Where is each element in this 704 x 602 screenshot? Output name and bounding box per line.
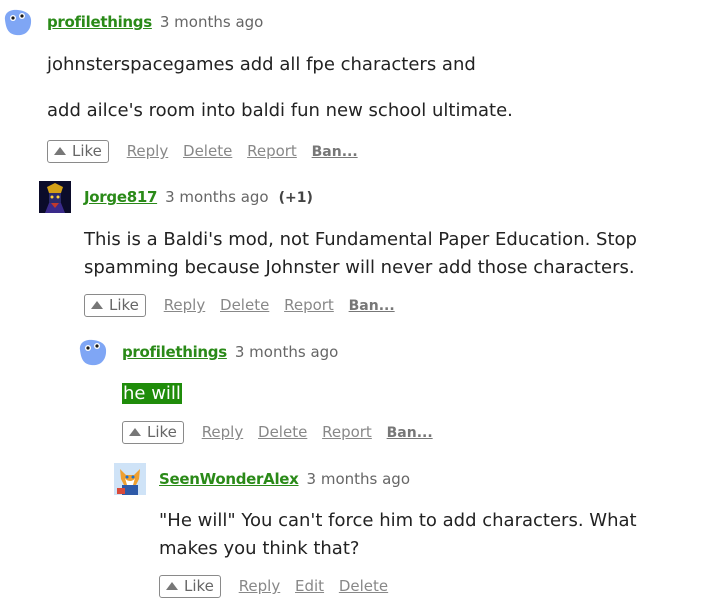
delete-link[interactable]: Delete: [339, 577, 388, 595]
comment-actions: Like Reply Delete Report Ban...: [84, 294, 395, 317]
comment-body: johnsterspacegames add all fpe character…: [47, 51, 667, 125]
comment-paragraph: add ailce's room into baldi fun new scho…: [47, 100, 513, 121]
author-link[interactable]: profilethings: [47, 13, 152, 31]
comment-body: he will: [122, 380, 682, 408]
comment-paragraph: johnsterspacegames add all fpe character…: [47, 54, 476, 75]
reply-link[interactable]: Reply: [164, 296, 206, 314]
upvote-arrow-icon: [166, 582, 178, 590]
comment-actions: Like Reply Delete Report Ban...: [47, 140, 358, 163]
comment-header: profilethings 3 months ago: [122, 343, 338, 361]
author-link[interactable]: profilethings: [122, 343, 227, 361]
timestamp: 3 months ago: [234, 343, 339, 361]
like-button[interactable]: Like: [47, 140, 109, 163]
comment-header: profilethings 3 months ago: [47, 13, 263, 31]
timestamp: 3 months ago: [159, 13, 264, 31]
like-button[interactable]: Like: [122, 421, 184, 444]
ban-link[interactable]: Ban...: [349, 298, 395, 314]
report-link[interactable]: Report: [322, 423, 372, 441]
karma-score: (+1): [278, 190, 313, 206]
author-link[interactable]: Jorge817: [84, 188, 157, 206]
delete-link[interactable]: Delete: [220, 296, 269, 314]
timestamp: 3 months ago: [165, 188, 269, 206]
character-avatar-icon[interactable]: [39, 181, 71, 213]
upvote-arrow-icon: [91, 301, 103, 309]
delete-link[interactable]: Delete: [183, 142, 232, 160]
report-link[interactable]: Report: [284, 296, 334, 314]
like-button[interactable]: Like: [84, 294, 146, 317]
ban-link[interactable]: Ban...: [387, 425, 433, 441]
reply-link[interactable]: Reply: [202, 423, 244, 441]
edit-link[interactable]: Edit: [295, 577, 324, 595]
report-link[interactable]: Report: [247, 142, 297, 160]
reply-link[interactable]: Reply: [127, 142, 169, 160]
comment-body: "He will" You can't force him to add cha…: [159, 507, 694, 563]
selected-text[interactable]: he will: [122, 383, 182, 404]
comment-actions: Like Reply Delete Report Ban...: [122, 421, 433, 444]
reply-link[interactable]: Reply: [239, 577, 281, 595]
delete-link[interactable]: Delete: [258, 423, 307, 441]
comment-header: Jorge817 3 months ago (+1): [84, 188, 313, 207]
comment-paragraph: This is a Baldi's mod, not Fundamental P…: [84, 229, 637, 278]
upvote-arrow-icon: [54, 147, 66, 155]
ban-link[interactable]: Ban...: [312, 144, 358, 160]
author-link[interactable]: SeenWonderAlex: [159, 470, 299, 488]
comment-body: This is a Baldi's mod, not Fundamental P…: [84, 226, 696, 282]
comment-paragraph: "He will" You can't force him to add cha…: [159, 510, 637, 559]
timestamp: 3 months ago: [306, 470, 411, 488]
blob-avatar-icon[interactable]: [77, 336, 109, 368]
comment-header: SeenWonderAlex 3 months ago: [159, 470, 410, 488]
fox-avatar-icon[interactable]: [114, 463, 146, 495]
blob-avatar-icon[interactable]: [2, 6, 34, 38]
upvote-arrow-icon: [129, 428, 141, 436]
like-button[interactable]: Like: [159, 575, 221, 598]
comment-actions: Like Reply Edit Delete: [159, 575, 388, 598]
